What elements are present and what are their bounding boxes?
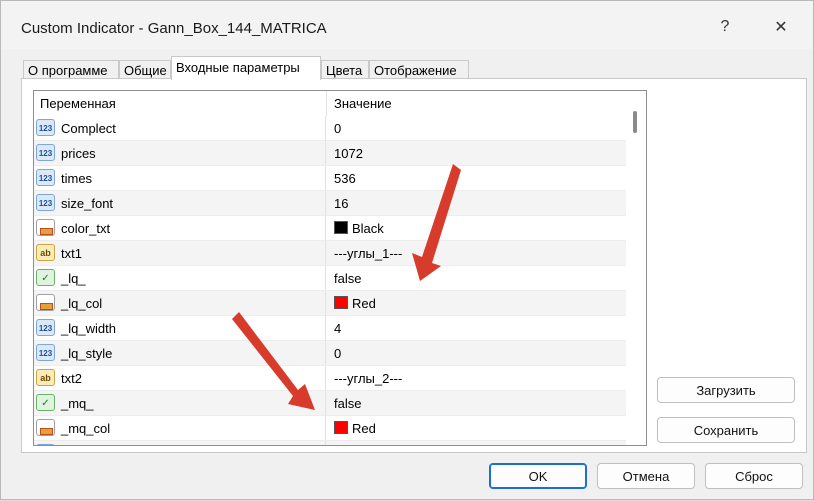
variable-name: color_txt bbox=[61, 221, 111, 236]
reset-button[interactable]: Сброс bbox=[705, 463, 803, 489]
table-row[interactable]: 123 size_font 16 bbox=[34, 191, 626, 216]
variable-name: _mq_ bbox=[61, 396, 94, 411]
variable-name: _mq_col bbox=[61, 421, 111, 436]
load-button[interactable]: Загрузить bbox=[657, 377, 795, 403]
ok-button[interactable]: OK bbox=[489, 463, 587, 489]
table-row[interactable]: ✓ _mq_ false bbox=[34, 391, 626, 416]
help-button[interactable]: ? bbox=[701, 7, 749, 47]
variable-cell: 123 times bbox=[34, 166, 326, 190]
table-body: 123 Complect 0 123 prices 1072 123 times 536 123 s… bbox=[34, 116, 626, 445]
tab-display[interactable]: Отображение bbox=[369, 60, 469, 79]
table-row[interactable]: ✓ _lq_ false bbox=[34, 266, 626, 291]
variable-name: size_font bbox=[61, 196, 114, 211]
variable-cell: _mq_col bbox=[34, 416, 326, 440]
variable-name: txt2 bbox=[61, 371, 82, 386]
table-row[interactable]: ab txt1 ---углы_1--- bbox=[34, 241, 626, 266]
variable-name: Complect bbox=[61, 121, 116, 136]
color-swatch[interactable] bbox=[334, 296, 348, 309]
table-row[interactable]: _mq_col Red bbox=[34, 416, 626, 441]
parameter-value[interactable]: Red bbox=[352, 296, 376, 311]
variable-cell: _lq_col bbox=[34, 291, 326, 315]
variable-name: _lq_width bbox=[61, 321, 116, 336]
table-row[interactable]: _lq_col Red bbox=[34, 291, 626, 316]
string-type-icon: ab bbox=[36, 244, 55, 261]
parameter-value[interactable]: 4 bbox=[334, 321, 341, 336]
parameters-table: Переменная Значение 123 Complect 0 123 price… bbox=[33, 90, 647, 446]
table-row[interactable]: 123 times 536 bbox=[34, 166, 626, 191]
integer-type-icon: 123 bbox=[36, 119, 55, 136]
parameter-value[interactable]: 16 bbox=[334, 196, 348, 211]
variable-cell: ✓ _lq_ bbox=[34, 266, 326, 290]
column-header-variable[interactable]: Переменная bbox=[40, 96, 116, 111]
parameter-value[interactable]: 0 bbox=[334, 121, 341, 136]
variable-name: _lq_ bbox=[61, 271, 86, 286]
string-type-icon: ab bbox=[36, 369, 55, 386]
scrollbar-thumb[interactable] bbox=[633, 111, 637, 133]
table-row[interactable]: 123 Complect 0 bbox=[34, 116, 626, 141]
variable-cell: ✓ _mq_ bbox=[34, 391, 326, 415]
parameter-value[interactable]: 1072 bbox=[334, 146, 363, 161]
integer-type-icon: 123 bbox=[36, 194, 55, 211]
close-button[interactable]: ✕ bbox=[757, 7, 805, 47]
parameter-value[interactable]: ---углы_2--- bbox=[334, 371, 402, 386]
column-header-value[interactable]: Значение bbox=[334, 96, 392, 111]
variable-cell: color_txt bbox=[34, 216, 326, 240]
integer-type-icon: 123 bbox=[36, 344, 55, 361]
parameter-value[interactable]: false bbox=[334, 396, 361, 411]
color-type-icon bbox=[36, 419, 55, 436]
color-type-icon bbox=[36, 294, 55, 311]
table-row[interactable]: ab txt2 ---углы_2--- bbox=[34, 366, 626, 391]
boolean-type-icon: ✓ bbox=[36, 394, 55, 411]
save-button[interactable]: Сохранить bbox=[657, 417, 795, 443]
variable-cell: 123 _lq_style bbox=[34, 341, 326, 365]
tab-colors[interactable]: Цвета bbox=[321, 60, 369, 79]
table-row[interactable]: 123 _lq_width 4 bbox=[34, 316, 626, 341]
variable-name: txt1 bbox=[61, 246, 82, 261]
table-row[interactable]: color_txt Black bbox=[34, 216, 626, 241]
parameter-value[interactable]: false bbox=[334, 271, 361, 286]
variable-name: _lq_col bbox=[61, 296, 103, 311]
integer-type-icon: 123 bbox=[36, 319, 55, 336]
color-swatch[interactable] bbox=[334, 221, 348, 234]
parameter-value[interactable]: 0 bbox=[334, 346, 341, 361]
variable-name: prices bbox=[61, 146, 96, 161]
parameter-value[interactable]: Red bbox=[352, 421, 376, 436]
parameter-value[interactable]: Black bbox=[352, 221, 384, 236]
variable-name: _lq_style bbox=[61, 346, 113, 361]
variable-cell: ab txt1 bbox=[34, 241, 326, 265]
parameter-value[interactable]: ---углы_1--- bbox=[334, 246, 402, 261]
title-bar: Custom Indicator - Gann_Box_144_MATRICA … bbox=[1, 1, 813, 49]
integer-type-icon: 123 bbox=[36, 144, 55, 161]
parameter-value[interactable]: 536 bbox=[334, 171, 356, 186]
cancel-button[interactable]: Отмена bbox=[597, 463, 695, 489]
variable-cell: 123 prices bbox=[34, 141, 326, 165]
variable-cell: ab txt2 bbox=[34, 366, 326, 390]
table-row[interactable]: 123 bbox=[34, 441, 626, 445]
boolean-type-icon: ✓ bbox=[36, 269, 55, 286]
table-scrollbar[interactable] bbox=[627, 91, 646, 445]
table-row[interactable]: 123 prices 1072 bbox=[34, 141, 626, 166]
table-row[interactable]: 123 _lq_style 0 bbox=[34, 341, 626, 366]
custom-indicator-dialog: Custom Indicator - Gann_Box_144_MATRICA … bbox=[0, 0, 814, 500]
variable-cell: 123 Complect bbox=[34, 116, 326, 140]
color-swatch[interactable] bbox=[334, 421, 348, 434]
tab-about[interactable]: О программе bbox=[23, 60, 119, 79]
table-header: Переменная Значение bbox=[34, 91, 626, 116]
variable-cell: 123 bbox=[34, 441, 326, 445]
integer-type-icon: 123 bbox=[36, 444, 55, 445]
column-divider[interactable] bbox=[326, 91, 327, 116]
variable-cell: 123 _lq_width bbox=[34, 316, 326, 340]
variable-name: times bbox=[61, 171, 93, 186]
tab-common[interactable]: Общие bbox=[119, 60, 171, 79]
color-type-icon bbox=[36, 219, 55, 236]
window-title: Custom Indicator - Gann_Box_144_MATRICA bbox=[21, 20, 327, 37]
variable-cell: 123 size_font bbox=[34, 191, 326, 215]
integer-type-icon: 123 bbox=[36, 169, 55, 186]
tab-input-parameters[interactable]: Входные параметры bbox=[171, 56, 321, 80]
